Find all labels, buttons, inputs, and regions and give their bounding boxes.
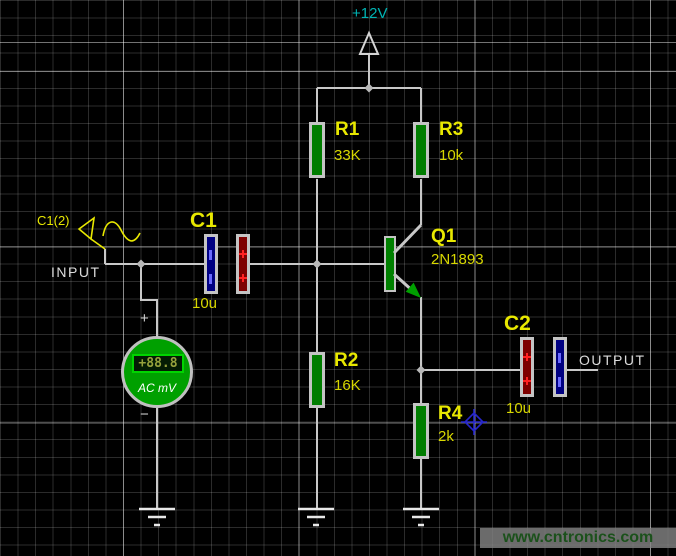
input-port-label[interactable]: INPUT	[51, 265, 101, 280]
watermark: www.cntronics.com	[480, 528, 676, 548]
meter-display: +88.8	[132, 354, 184, 373]
resistor-r2-value[interactable]: 16K	[334, 378, 361, 395]
capacitor-c1-positive-plate[interactable]	[236, 234, 250, 294]
resistor-r3-body[interactable]	[413, 122, 429, 178]
power-rail-label[interactable]: +12V	[352, 6, 387, 23]
crosshair-icon	[461, 409, 487, 435]
resistor-r2-body[interactable]	[309, 352, 325, 408]
probe-icon[interactable]	[79, 218, 105, 249]
plus-plate-mark-icon	[239, 274, 247, 282]
wire-layer	[0, 0, 676, 556]
resistor-r1-name[interactable]: R1	[335, 120, 359, 141]
resistor-r2-name[interactable]: R2	[334, 351, 358, 372]
power-arrow-icon[interactable]	[360, 33, 378, 54]
meter-negative-terminal-label: −	[140, 407, 149, 424]
transistor-q1-value[interactable]: 2N1893	[431, 252, 484, 269]
minus-plate-mark-icon	[558, 377, 561, 387]
resistor-r4-value[interactable]: 2k	[438, 429, 454, 446]
resistor-r4-body[interactable]	[413, 403, 429, 459]
minus-plate-mark-icon	[209, 250, 212, 260]
resistor-r3-name[interactable]: R3	[439, 120, 463, 141]
meter-unit-label: AC mV	[124, 381, 190, 395]
capacitor-c2-positive-plate[interactable]	[520, 337, 534, 397]
capacitor-c1-negative-plate[interactable]	[204, 234, 218, 294]
plus-plate-mark-icon	[523, 377, 531, 385]
transistor-q1-name[interactable]: Q1	[431, 227, 456, 248]
capacitor-c2-value[interactable]: 10u	[506, 401, 531, 418]
ac-voltmeter[interactable]: +88.8 AC mV	[121, 336, 193, 408]
transistor-q1-symbol[interactable]	[385, 225, 421, 297]
probe-label[interactable]: C1(2)	[37, 214, 70, 228]
capacitor-c1-value[interactable]: 10u	[192, 296, 217, 313]
plus-plate-mark-icon	[239, 250, 247, 258]
junction-dot	[137, 84, 426, 375]
capacitor-c2-name[interactable]: C2	[504, 312, 531, 335]
output-port-label[interactable]: OUTPUT	[579, 353, 646, 368]
minus-plate-mark-icon	[209, 274, 212, 284]
minus-plate-mark-icon	[558, 353, 561, 363]
resistor-r3-value[interactable]: 10k	[439, 148, 463, 165]
resistor-r1-body[interactable]	[309, 122, 325, 178]
resistor-r4-name[interactable]: R4	[438, 404, 462, 425]
capacitor-c2-negative-plate[interactable]	[553, 337, 567, 397]
ground-icon[interactable]	[139, 509, 439, 525]
sine-wave-icon	[103, 222, 140, 241]
capacitor-c1-name[interactable]: C1	[190, 209, 217, 232]
plus-plate-mark-icon	[523, 353, 531, 361]
resistor-r1-value[interactable]: 33K	[334, 148, 361, 165]
meter-positive-terminal-label: +	[140, 311, 149, 328]
schematic-canvas: +12V C1(2) INPUT OUTPUT R1 33K R3 10k R2…	[0, 0, 676, 556]
